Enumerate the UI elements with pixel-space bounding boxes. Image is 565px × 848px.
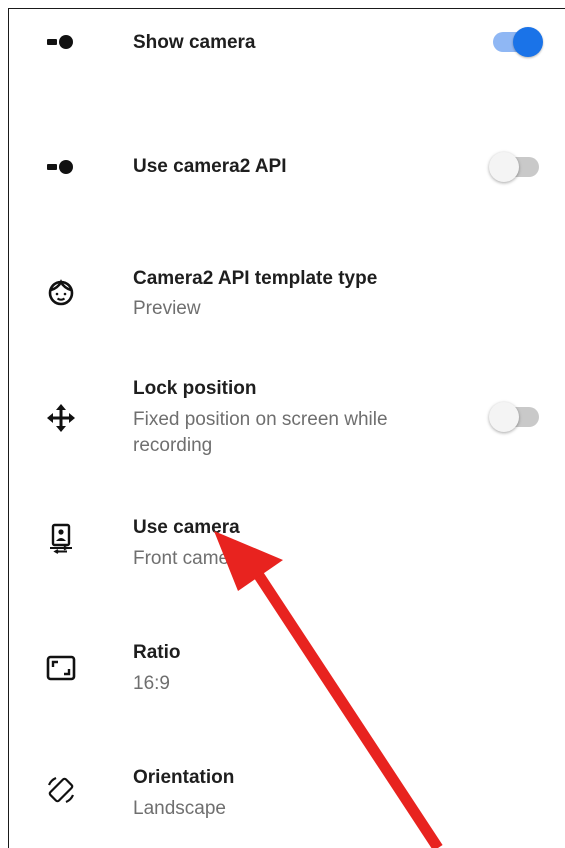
- setting-title: Use camera2 API: [133, 156, 287, 177]
- setting-value: Preview: [133, 298, 201, 319]
- setting-lock-position[interactable]: Lock position Fixed position on screen w…: [9, 365, 565, 475]
- setting-value: Landscape: [133, 798, 226, 819]
- use-camera2-api-toggle[interactable]: [489, 152, 543, 182]
- setting-title: Show camera: [133, 32, 256, 53]
- setting-title: Lock position: [133, 378, 257, 399]
- setting-use-camera[interactable]: Use camera Front camera: [9, 500, 565, 610]
- lock-position-toggle[interactable]: [489, 402, 543, 432]
- setting-title: Use camera: [133, 517, 240, 538]
- toggle-dot-icon: [45, 151, 77, 183]
- move-arrows-icon: [45, 402, 77, 434]
- toggle-thumb: [513, 27, 543, 57]
- setting-title: Orientation: [133, 767, 235, 788]
- setting-show-camera[interactable]: Show camera: [9, 0, 565, 110]
- setting-value: 16:9: [133, 673, 170, 694]
- aspect-ratio-icon: [45, 652, 77, 684]
- setting-ratio[interactable]: Ratio 16:9: [9, 625, 565, 725]
- front-camera-icon: [45, 522, 77, 554]
- screen-rotation-icon: [45, 774, 77, 806]
- toggle-thumb: [489, 152, 519, 182]
- setting-orientation[interactable]: Orientation Landscape: [9, 748, 565, 848]
- setting-camera2-template-type[interactable]: Camera2 API template type Preview: [9, 250, 565, 360]
- face-icon: [45, 276, 77, 308]
- show-camera-toggle[interactable]: [489, 27, 543, 57]
- setting-use-camera2-api[interactable]: Use camera2 API: [9, 120, 565, 230]
- setting-title: Ratio: [133, 642, 181, 663]
- setting-title: Camera2 API template type: [133, 268, 378, 289]
- toggle-dot-icon: [45, 26, 77, 58]
- toggle-thumb: [489, 402, 519, 432]
- setting-value: Front camera: [133, 548, 246, 569]
- setting-value: Fixed position on screen while recording: [133, 409, 388, 456]
